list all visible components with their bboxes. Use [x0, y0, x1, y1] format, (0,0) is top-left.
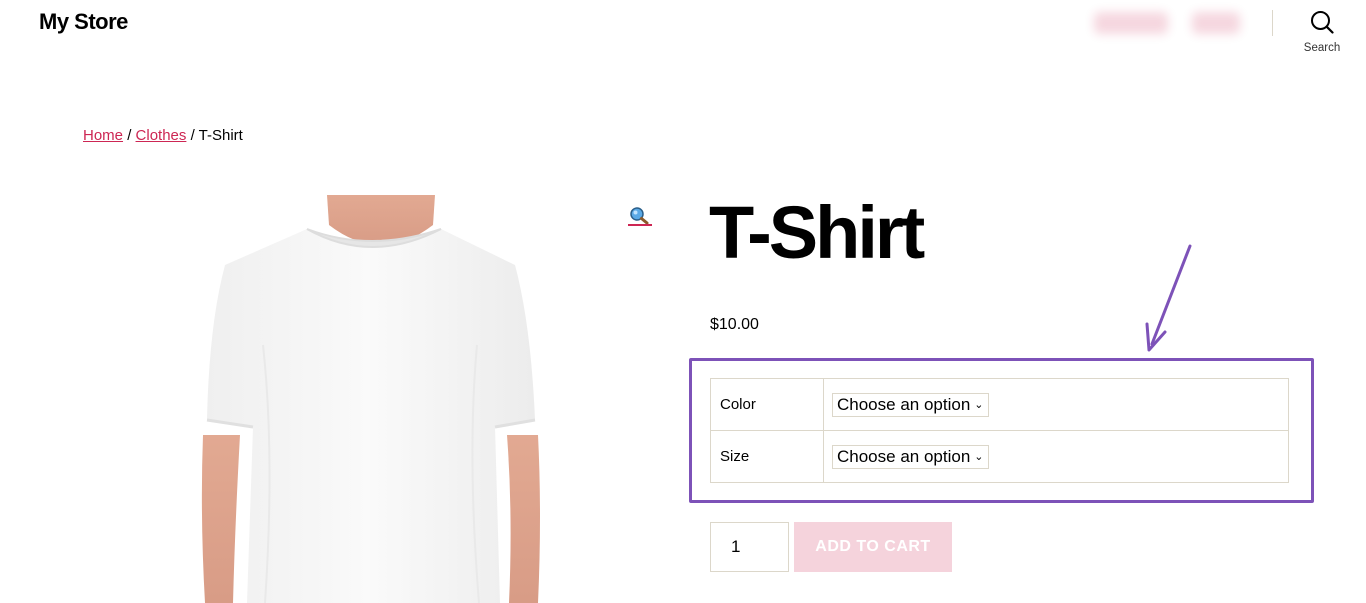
product-image[interactable] — [195, 195, 545, 603]
search-button[interactable]: Search — [1296, 10, 1348, 56]
quantity-input[interactable] — [710, 522, 789, 572]
breadcrumb-clothes-link[interactable]: Clothes — [136, 127, 187, 144]
annotation-arrow-icon — [1145, 244, 1192, 352]
search-icon — [1311, 11, 1334, 34]
breadcrumb-separator: / — [190, 127, 195, 144]
image-zoom-button[interactable] — [628, 206, 652, 228]
breadcrumb-home-link[interactable]: Home — [83, 127, 123, 144]
header-divider — [1272, 10, 1273, 36]
zoom-link-underline — [628, 224, 652, 226]
annotation-highlight-box — [689, 358, 1314, 503]
site-title[interactable]: My Store — [39, 9, 128, 35]
product-page: My Store Search Home / Clothes / T-Shirt — [0, 0, 1366, 603]
breadcrumb-current: T-Shirt — [198, 127, 243, 144]
nav-item-blurred[interactable] — [1094, 12, 1168, 34]
search-label: Search — [1303, 42, 1341, 54]
breadcrumb-separator: / — [127, 127, 132, 144]
tshirt-photo — [201, 195, 540, 603]
product-title: T-Shirt — [709, 191, 925, 274]
product-price: $10.00 — [710, 316, 759, 333]
magnifier-icon — [630, 207, 649, 225]
add-to-cart-button[interactable]: ADD TO CART — [794, 522, 952, 572]
nav-item-blurred[interactable] — [1192, 12, 1240, 34]
breadcrumb: Home / Clothes / T-Shirt — [83, 127, 243, 144]
